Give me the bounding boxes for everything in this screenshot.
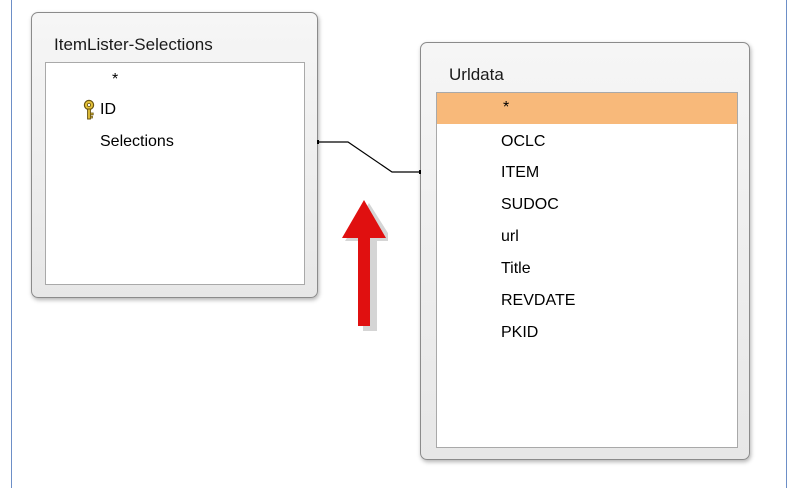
field-label: url	[501, 228, 519, 245]
field-label: REVDATE	[501, 292, 576, 309]
table-window-itemlister-selections[interactable]: ItemLister-Selections * ID Selections	[31, 12, 318, 298]
table-title[interactable]: ItemLister-Selections	[54, 35, 317, 55]
field-label: *	[112, 71, 119, 88]
field-row-item[interactable]: ITEM	[437, 158, 737, 188]
field-list[interactable]: * ID Selections	[45, 62, 305, 285]
field-label: Title	[501, 260, 531, 277]
field-label: SUDOC	[501, 196, 559, 213]
key-icon	[81, 99, 97, 121]
field-list[interactable]: * OCLC ITEM SUDOC url Title REVDATE PKID	[436, 92, 738, 448]
field-row-sudoc[interactable]: SUDOC	[437, 190, 737, 220]
table-window-urldata[interactable]: Urldata * OCLC ITEM SUDOC url Title REVD…	[420, 42, 750, 460]
field-label: Selections	[100, 133, 174, 150]
field-row-revdate[interactable]: REVDATE	[437, 286, 737, 316]
field-row-id[interactable]: ID	[46, 95, 304, 125]
table-title[interactable]: Urldata	[449, 65, 749, 85]
field-row-selections[interactable]: Selections	[46, 127, 304, 157]
field-label: ITEM	[501, 164, 540, 181]
field-row-title[interactable]: Title	[437, 254, 737, 284]
field-label: PKID	[501, 324, 539, 341]
field-label: *	[503, 99, 510, 116]
field-row-oclc[interactable]: OCLC	[437, 127, 737, 157]
field-row-pkid[interactable]: PKID	[437, 318, 737, 348]
up-arrow-icon	[342, 200, 388, 331]
field-label: ID	[100, 101, 116, 118]
field-row-all[interactable]: *	[437, 93, 737, 124]
field-row-all[interactable]: *	[46, 65, 304, 95]
field-row-url[interactable]: url	[437, 222, 737, 252]
field-label: OCLC	[501, 133, 546, 150]
